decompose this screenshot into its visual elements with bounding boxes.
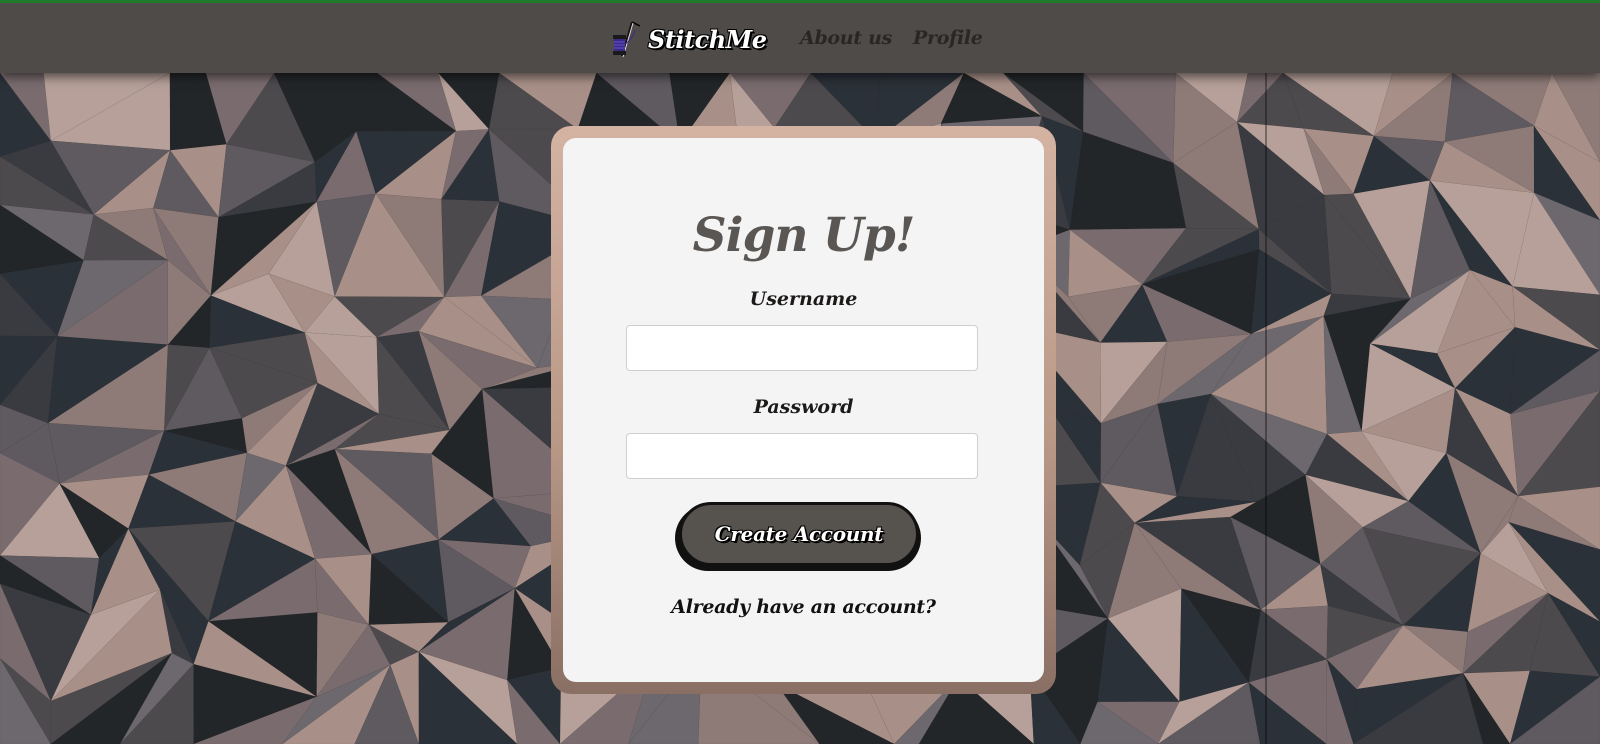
navbar: StitchMe About us Profile: [0, 3, 1600, 73]
page-title: Sign Up!: [692, 208, 916, 263]
signup-card: Sign Up! Username Password Create Accoun…: [563, 138, 1044, 682]
username-label: Username: [749, 288, 858, 310]
already-have-account-link[interactable]: Already have an account?: [563, 596, 1044, 618]
password-field[interactable]: [626, 433, 978, 479]
brand-link[interactable]: StitchMe: [610, 19, 767, 59]
brand-name: StitchMe: [648, 24, 767, 54]
create-account-button[interactable]: Create Account: [679, 502, 919, 566]
username-field[interactable]: [626, 325, 978, 371]
top-accent-line: [0, 0, 1600, 3]
password-label: Password: [753, 396, 854, 418]
nav-link-profile[interactable]: Profile: [913, 27, 983, 49]
nav-link-about-us[interactable]: About us: [800, 27, 892, 49]
thread-spool-needle-icon: [613, 21, 641, 58]
